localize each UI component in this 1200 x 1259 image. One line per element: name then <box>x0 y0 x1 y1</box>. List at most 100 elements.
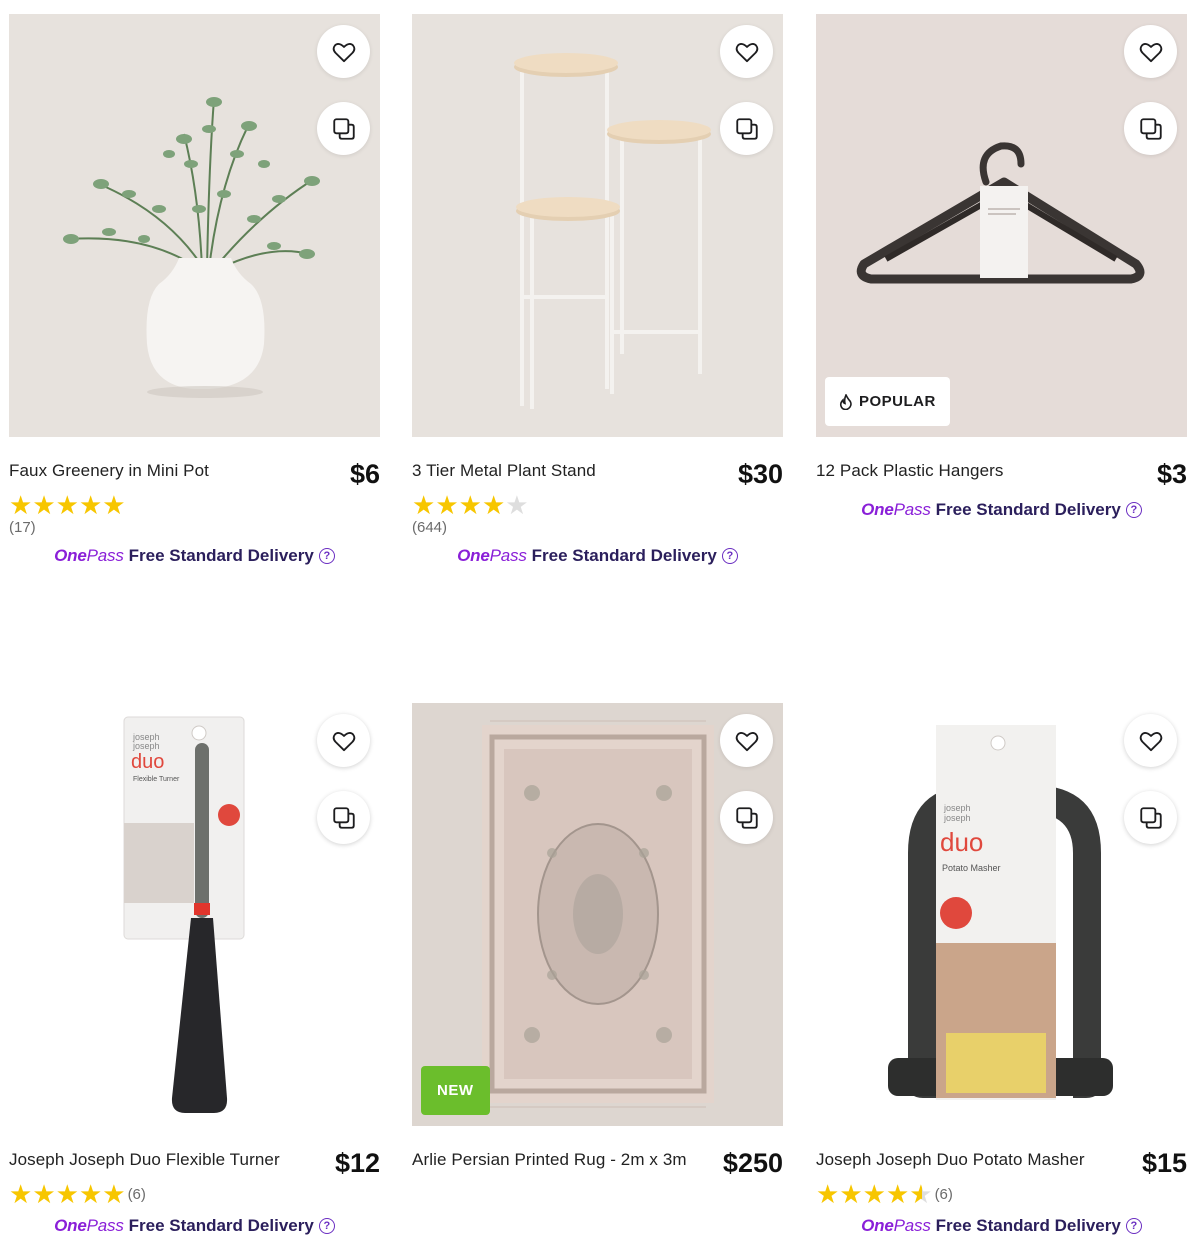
star-icon: ★ <box>458 490 482 520</box>
compare-icon <box>332 806 355 829</box>
compare-button[interactable] <box>317 102 370 155</box>
delivery-label: Free Standard Delivery <box>935 1216 1121 1235</box>
turner-image: joseph joseph duo Flexible Turner <box>123 716 245 1113</box>
delivery-label: Free Standard Delivery <box>531 546 717 565</box>
favourite-button[interactable] <box>1124 714 1177 767</box>
compare-button[interactable] <box>317 791 370 844</box>
product-image[interactable]: POPULAR <box>816 14 1187 437</box>
star-icon: ★ <box>435 490 459 520</box>
star-icon: ★ <box>909 1179 933 1209</box>
delivery-label: Free Standard Delivery <box>128 546 314 565</box>
heart-icon <box>332 731 355 751</box>
favourite-button[interactable] <box>720 25 773 78</box>
star-icon: ★ <box>839 1179 863 1209</box>
star-icon: ★ <box>32 490 56 520</box>
flame-icon <box>839 393 852 410</box>
compare-icon <box>735 806 758 829</box>
onepass-delivery: OnePass Free Standard Delivery ? <box>816 1216 1187 1236</box>
product-image[interactable]: joseph joseph duo Flexible Turner <box>9 703 380 1126</box>
star-icon: ★ <box>32 1179 56 1209</box>
onepass-delivery: OnePass Free Standard Delivery ? <box>412 546 783 566</box>
popular-badge: POPULAR <box>825 377 950 426</box>
product-card[interactable]: 3 Tier Metal Plant Stand $30 ★ ★ ★ ★ ★ (644)… <box>412 14 783 566</box>
product-image[interactable]: NEW <box>412 703 783 1126</box>
onepass-logo: OnePass <box>457 546 527 565</box>
favourite-button[interactable] <box>317 25 370 78</box>
review-count[interactable]: (17) <box>9 519 380 536</box>
star-icon: ★ <box>102 1179 126 1209</box>
product-card[interactable]: joseph joseph duo Potato Masher Joseph J… <box>816 703 1187 1236</box>
help-icon[interactable]: ? <box>721 548 738 564</box>
product-card[interactable]: POPULAR 12 Pack Plastic Hangers $3 OnePa… <box>816 14 1187 520</box>
star-icon: ★ <box>78 490 103 520</box>
star-icon: ★ <box>55 1179 79 1209</box>
svg-text:duo: duo <box>940 827 983 857</box>
onepass-delivery: OnePass Free Standard Delivery ? <box>9 546 380 566</box>
product-image[interactable] <box>9 14 380 437</box>
review-count[interactable]: (6) <box>935 1186 953 1203</box>
product-card[interactable]: NEW Arlie Persian Printed Rug - 2m x 3m … <box>412 703 783 1178</box>
star-icon: ★ <box>862 1179 886 1209</box>
product-price: $12 <box>334 1148 380 1178</box>
product-price: $6 <box>349 459 380 489</box>
onepass-logo: OnePass <box>861 1216 931 1235</box>
svg-text:joseph: joseph <box>943 803 971 813</box>
compare-button[interactable] <box>720 102 773 155</box>
compare-button[interactable] <box>720 791 773 844</box>
review-count[interactable]: (644) <box>412 519 783 536</box>
product-title[interactable]: Joseph Joseph Duo Flexible Turner <box>9 1148 280 1171</box>
product-price: $3 <box>1156 459 1187 489</box>
delivery-label: Free Standard Delivery <box>128 1216 314 1235</box>
heart-icon <box>735 42 758 62</box>
help-icon[interactable]: ? <box>318 548 335 564</box>
star-icon: ★ <box>78 1179 103 1209</box>
star-rating: ★ ★ ★ ★ ★ <box>412 490 783 520</box>
svg-text:joseph: joseph <box>943 813 971 823</box>
product-card[interactable]: joseph joseph duo Flexible Turner Joseph… <box>9 703 380 1236</box>
help-icon[interactable]: ? <box>1125 1218 1142 1234</box>
star-icon: ★ <box>885 1179 910 1209</box>
product-title[interactable]: 12 Pack Plastic Hangers <box>816 459 1004 482</box>
compare-button[interactable] <box>1124 102 1177 155</box>
review-count[interactable]: (6) <box>128 1186 146 1203</box>
star-icon: ★ <box>9 1179 33 1209</box>
plant-stand-image <box>514 53 711 409</box>
delivery-label: Free Standard Delivery <box>935 500 1121 519</box>
help-icon[interactable]: ? <box>1125 502 1142 518</box>
potato-masher-image: joseph joseph duo Potato Masher <box>888 725 1113 1100</box>
svg-text:joseph: joseph <box>132 741 160 751</box>
svg-text:Flexible Turner: Flexible Turner <box>133 776 180 783</box>
product-title[interactable]: Faux Greenery in Mini Pot <box>9 459 209 482</box>
product-price: $30 <box>737 459 783 489</box>
onepass-logo: OnePass <box>54 1216 124 1235</box>
star-rating: ★ ★ ★ ★ ★ (6) <box>9 1179 380 1209</box>
compare-button[interactable] <box>1124 791 1177 844</box>
onepass-logo: OnePass <box>861 500 931 519</box>
compare-icon <box>1139 117 1162 140</box>
star-icon: ★ <box>412 490 436 520</box>
compare-icon <box>1139 806 1162 829</box>
hangers-image <box>856 142 1145 284</box>
star-icon: ★ <box>102 490 126 520</box>
product-title[interactable]: Arlie Persian Printed Rug - 2m x 3m <box>412 1148 687 1171</box>
heart-icon <box>332 42 355 62</box>
product-card[interactable]: Faux Greenery in Mini Pot $6 ★ ★ ★ ★ ★ (17) … <box>9 14 380 566</box>
favourite-button[interactable] <box>317 714 370 767</box>
star-icon: ★ <box>816 1179 840 1209</box>
heart-icon <box>735 731 758 751</box>
star-icon: ★ <box>55 490 79 520</box>
compare-icon <box>735 117 758 140</box>
heart-icon <box>1139 42 1162 62</box>
favourite-button[interactable] <box>720 714 773 767</box>
help-icon[interactable]: ? <box>318 1218 335 1234</box>
product-title[interactable]: Joseph Joseph Duo Potato Masher <box>816 1148 1085 1171</box>
product-title[interactable]: 3 Tier Metal Plant Stand <box>412 459 596 482</box>
svg-text:Potato Masher: Potato Masher <box>942 863 1001 873</box>
plant-image <box>63 97 320 398</box>
product-image[interactable]: joseph joseph duo Potato Masher <box>816 703 1187 1126</box>
product-image[interactable] <box>412 14 783 437</box>
favourite-button[interactable] <box>1124 25 1177 78</box>
heart-icon <box>1139 731 1162 751</box>
product-price: $250 <box>722 1148 783 1178</box>
star-rating: ★ ★ ★ ★ ★ <box>9 490 380 520</box>
